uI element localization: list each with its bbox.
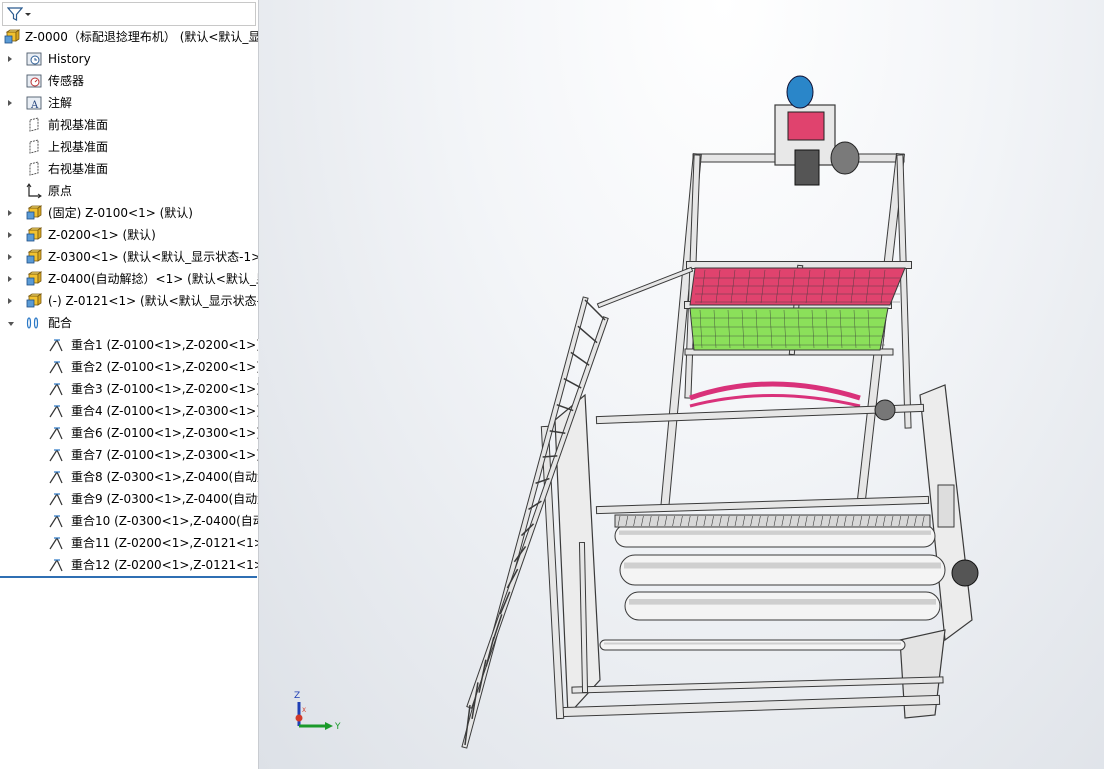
tree-item-label: 重合1 (Z-0100<1>,Z-0200<1>)	[71, 338, 259, 352]
mate-item[interactable]: 重合11 (Z-0200<1>,Z-0121<1>)	[0, 532, 258, 554]
tree-item[interactable]: Z-0300<1> (默认<默认_显示状态-1>)	[0, 246, 258, 268]
assembly-model-render[interactable]	[259, 0, 1104, 769]
tree-item-label: 重合4 (Z-0100<1>,Z-0300<1>)	[71, 404, 259, 418]
coordinate-triad: Z Y X	[294, 691, 341, 732]
coincident-mate-icon	[49, 405, 63, 418]
tree-item[interactable]: (固定) Z-0100<1> (默认)	[0, 202, 258, 224]
mate-item[interactable]: 重合6 (Z-0100<1>,Z-0300<1>)	[0, 422, 258, 444]
tree-item-label: 重合7 (Z-0100<1>,Z-0300<1>)	[71, 448, 259, 462]
tree-item-label: 重合2 (Z-0100<1>,Z-0200<1>)	[71, 360, 259, 374]
coincident-mate-icon	[49, 515, 63, 528]
tree-item-label: 重合6 (Z-0100<1>,Z-0300<1>)	[71, 426, 259, 440]
tree-item[interactable]: History	[0, 48, 258, 70]
plane-icon	[29, 117, 39, 132]
tree-item-label: 原点	[48, 184, 73, 198]
coincident-mate-icon	[49, 559, 63, 572]
subassembly-icon	[26, 205, 42, 220]
coincident-mate-icon	[49, 339, 63, 352]
mates-folder-icon	[26, 317, 39, 329]
tree-item-label: 注解	[48, 96, 73, 110]
expanded-arrow-icon[interactable]	[8, 322, 14, 326]
mate-item[interactable]: 重合3 (Z-0100<1>,Z-0200<1>)	[0, 378, 258, 400]
subassembly-icon	[26, 271, 42, 286]
tree-item-label: 配合	[48, 316, 73, 330]
origin-icon	[26, 183, 42, 199]
tree-item-label: Z-0300<1> (默认<默认_显示状态-1>)	[48, 250, 259, 264]
expand-arrow-icon[interactable]	[8, 100, 12, 106]
tree-item[interactable]: 上视基准面	[0, 136, 258, 158]
expand-arrow-icon[interactable]	[8, 232, 12, 238]
plane-icon	[29, 161, 39, 176]
expand-arrow-icon[interactable]	[8, 254, 12, 260]
expand-arrow-icon[interactable]	[8, 276, 12, 282]
mate-item[interactable]: 重合12 (Z-0200<1>,Z-0121<1>)	[0, 554, 258, 576]
plane-icon	[29, 139, 39, 154]
tree-item-label: Z-0400(自动解捻）<1> (默认<默认_显	[48, 272, 259, 286]
tree-item[interactable]: 配合	[0, 312, 258, 334]
tree-item-label: 重合9 (Z-0300<1>,Z-0400(自动解	[71, 492, 259, 506]
mate-item[interactable]: 重合2 (Z-0100<1>,Z-0200<1>)	[0, 356, 258, 378]
tree-item-label: Z-0000（标配退捻理布机） (默认<默认_显	[25, 30, 259, 44]
coincident-mate-icon	[49, 493, 63, 506]
tree-item-label: 重合12 (Z-0200<1>,Z-0121<1>)	[71, 558, 259, 572]
tree-item-label: 传感器	[48, 74, 85, 88]
tree-item-label: 重合10 (Z-0300<1>,Z-0400(自动角	[71, 514, 259, 528]
tree-item-label: 重合11 (Z-0200<1>,Z-0121<1>)	[71, 536, 259, 550]
tree-item-label: 右视基准面	[48, 162, 109, 176]
tree-item-label: 重合8 (Z-0300<1>,Z-0400(自动解	[71, 470, 259, 484]
subassembly-icon	[26, 227, 42, 242]
tree-empty-area	[0, 578, 257, 769]
mate-item[interactable]: 重合4 (Z-0100<1>,Z-0300<1>)	[0, 400, 258, 422]
tree-item-label: History	[48, 52, 91, 66]
coincident-mate-icon	[49, 427, 63, 440]
history-folder-icon	[26, 52, 42, 66]
tree-item-label: 上视基准面	[48, 140, 109, 154]
triad-z-label: Z	[294, 691, 300, 701]
tree-item[interactable]: 传感器	[0, 70, 258, 92]
expand-arrow-icon[interactable]	[8, 210, 12, 216]
coincident-mate-icon	[49, 383, 63, 396]
tree-item[interactable]: 前视基准面	[0, 114, 258, 136]
coincident-mate-icon	[49, 537, 63, 550]
expand-arrow-icon[interactable]	[8, 56, 12, 62]
tree-item-label: 重合3 (Z-0100<1>,Z-0200<1>)	[71, 382, 259, 396]
mate-item[interactable]: 重合1 (Z-0100<1>,Z-0200<1>)	[0, 334, 258, 356]
mate-item[interactable]: 重合9 (Z-0300<1>,Z-0400(自动解	[0, 488, 258, 510]
chevron-down-icon[interactable]	[25, 13, 31, 16]
triad-y-label: Y	[334, 722, 341, 732]
coincident-mate-icon	[49, 449, 63, 462]
tree-item[interactable]: 原点	[0, 180, 258, 202]
tree-filter-bar[interactable]	[2, 2, 256, 26]
tree-item[interactable]: Z-0200<1> (默认)	[0, 224, 258, 246]
tree-item-label: (固定) Z-0100<1> (默认)	[48, 206, 193, 220]
filter-icon[interactable]	[7, 6, 23, 22]
mate-item[interactable]: 重合10 (Z-0300<1>,Z-0400(自动角	[0, 510, 258, 532]
root-assembly-icon	[4, 29, 20, 44]
tree-item[interactable]: 右视基准面	[0, 158, 258, 180]
annotation-folder-icon: A	[26, 96, 42, 111]
triad-x-label: X	[302, 707, 306, 714]
graphics-viewport[interactable]: Z Y X	[259, 0, 1104, 769]
subassembly-icon	[26, 293, 42, 308]
svg-text:A: A	[30, 100, 39, 111]
coincident-mate-icon	[49, 471, 63, 484]
tree-item[interactable]: Z-0400(自动解捻）<1> (默认<默认_显	[0, 268, 258, 290]
subassembly-icon	[26, 249, 42, 264]
sensor-folder-icon	[26, 74, 42, 88]
tree-item-label: Z-0200<1> (默认)	[48, 228, 156, 242]
tree-item[interactable]: (-) Z-0121<1> (默认<默认_显示状态-1	[0, 290, 258, 312]
coincident-mate-icon	[49, 361, 63, 374]
mate-item[interactable]: 重合8 (Z-0300<1>,Z-0400(自动解	[0, 466, 258, 488]
tree-item[interactable]: A 注解	[0, 92, 258, 114]
feature-manager-tree: Z-0000（标配退捻理布机） (默认<默认_显 History 传感器 A 注解前视基…	[0, 0, 259, 769]
tree-root-assembly[interactable]: Z-0000（标配退捻理布机） (默认<默认_显	[0, 26, 258, 48]
tree-item-label: (-) Z-0121<1> (默认<默认_显示状态-1	[48, 294, 259, 308]
tree-item-label: 前视基准面	[48, 118, 109, 132]
mate-item[interactable]: 重合7 (Z-0100<1>,Z-0300<1>)	[0, 444, 258, 466]
expand-arrow-icon[interactable]	[8, 298, 12, 304]
